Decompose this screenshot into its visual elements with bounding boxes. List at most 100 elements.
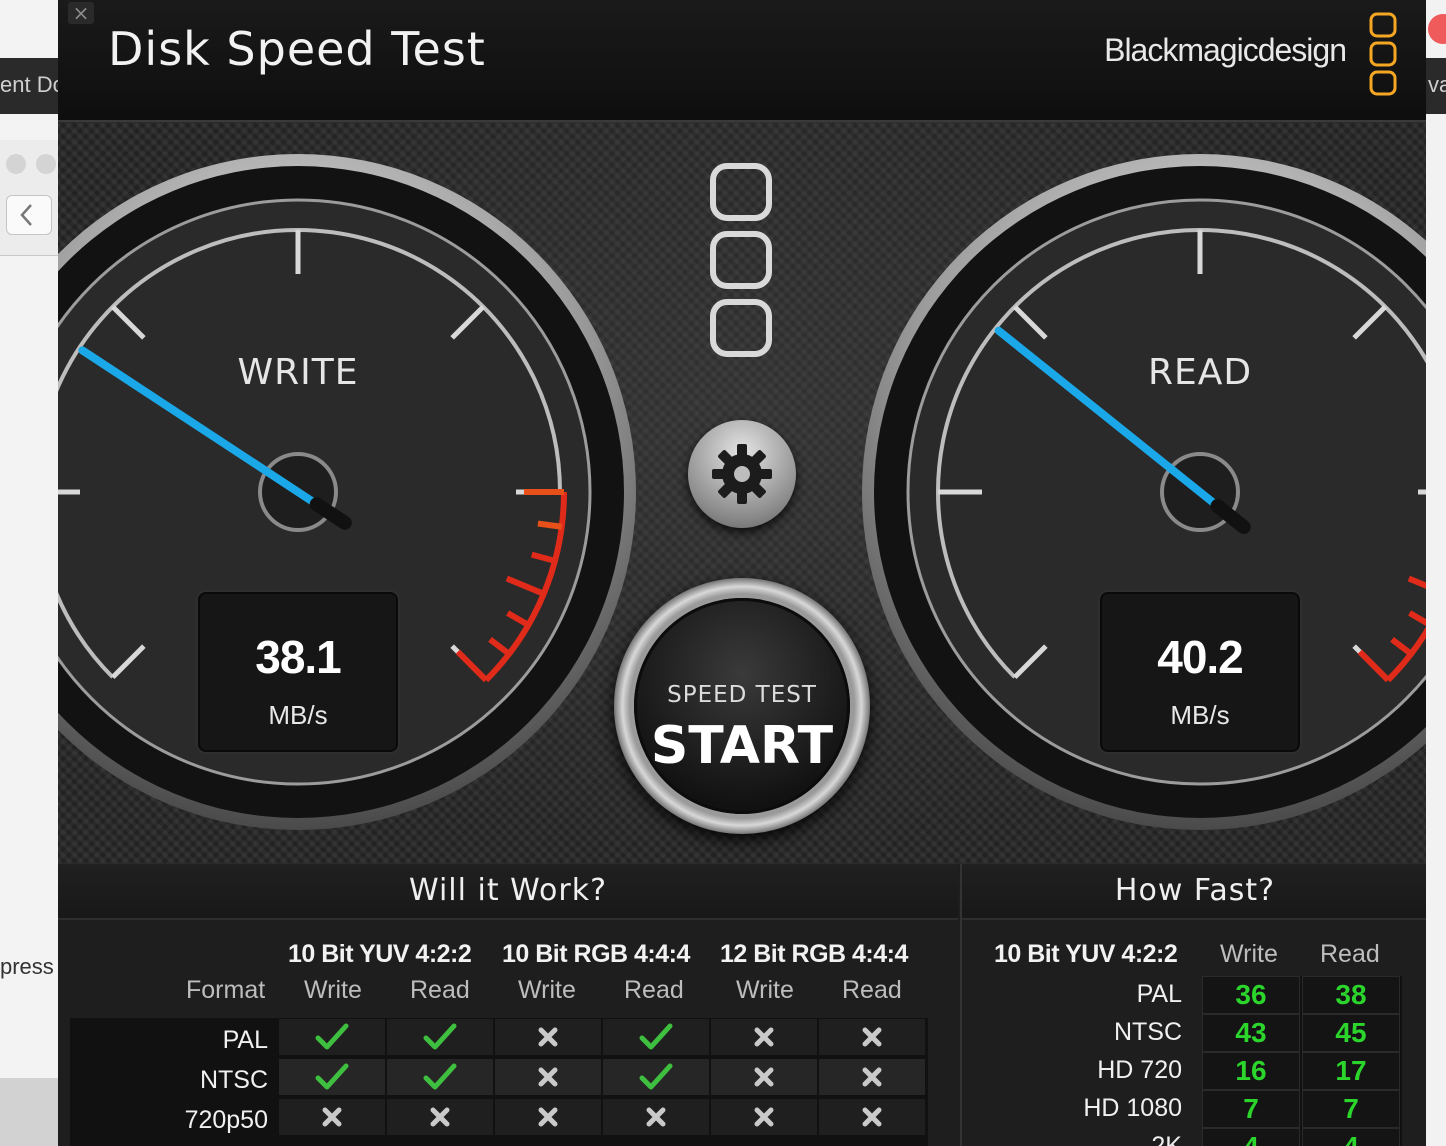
back-button[interactable] [6,195,52,235]
fps-write-value: 43 [1202,1014,1300,1052]
supported-cell [278,1058,386,1096]
cross-icon [430,1107,450,1127]
unsupported-cell [818,1058,926,1096]
background-tab-text-right: va [1428,72,1446,97]
supported-cell [278,1018,386,1056]
background-window-right: va [1426,0,1446,1146]
cross-icon [538,1027,558,1047]
format-row-label: PAL [222,1026,268,1054]
format-row-label: NTSC [199,1066,268,1094]
cross-icon [322,1107,342,1127]
group-header-rgb444-12: 12 Bit RGB 4:4:4 [720,940,908,968]
fps-row-label: PAL [1136,980,1182,1008]
cross-icon [754,1027,774,1047]
results-area: Will it Work? 10 Bit YUV 4:2:2 10 Bit RG… [58,864,1426,1146]
will-it-work-title: Will it Work? [58,864,958,920]
write-gauge: WRITE 38.1 MB/s [58,152,638,836]
supported-cell [386,1018,494,1056]
read-speed-unit: MB/s [1170,700,1230,730]
will-it-work-table: Will it Work? 10 Bit YUV 4:2:2 10 Bit RG… [58,864,958,1146]
read-speed-value: 40.2 [1157,631,1244,683]
gear-icon [712,444,772,504]
background-partial-text: press [0,954,54,979]
fps-row-label: NTSC [1113,1018,1182,1046]
supported-cell [386,1058,494,1096]
supported-cell [602,1018,710,1056]
sub-header-write: Write [736,976,794,1004]
unsupported-cell [710,1098,818,1136]
brand-name: Blackmagicdesign [1104,32,1347,68]
gauge-panel: WRITE 38.1 MB/s READ 40.2 MB/s SPEED TES… [58,122,1426,864]
supported-cell [602,1058,710,1096]
how-fast-title: How Fast? [962,864,1426,920]
fps-write-value: 7 [1202,1090,1300,1128]
unsupported-cell [494,1098,602,1136]
check-icon [639,1023,673,1050]
fps-read-value: 38 [1302,976,1400,1014]
read-readout: 40.2 MB/s [1100,592,1300,752]
how-fast-write-header: Write [1220,940,1278,968]
check-icon [423,1023,457,1050]
fps-row-label: 2K [1151,1132,1182,1146]
fps-read-value: 4 [1302,1128,1400,1146]
sub-header-read: Read [842,976,902,1004]
check-icon [423,1063,457,1090]
background-footer [0,1078,58,1146]
start-button-sublabel: SPEED TEST [667,682,817,708]
cross-icon [862,1107,882,1127]
speed-test-start-button[interactable]: SPEED TEST START [614,578,870,834]
cross-icon [538,1067,558,1087]
write-speed-value: 38.1 [255,631,342,683]
fps-read-value: 17 [1302,1052,1400,1090]
check-icon [315,1023,349,1050]
group-header-rgb444-10: 10 Bit RGB 4:4:4 [502,940,690,968]
sub-header-read: Read [410,976,470,1004]
fps-write-value: 4 [1202,1128,1300,1146]
check-icon [639,1063,673,1090]
how-fast-format-header: 10 Bit YUV 4:2:2 [994,940,1178,968]
unsupported-cell [710,1058,818,1096]
unsupported-cell [386,1098,494,1136]
group-header-yuv422: 10 Bit YUV 4:2:2 [288,940,472,968]
sub-header-read: Read [624,976,684,1004]
write-gauge-label: WRITE [237,352,359,393]
cross-icon [754,1107,774,1127]
close-dot-icon [1428,14,1446,44]
fps-write-value: 36 [1202,976,1300,1014]
fps-write-value: 16 [1202,1052,1300,1090]
window-dot-icon [6,154,26,174]
chevron-left-icon [20,204,32,226]
read-gauge-label: READ [1147,352,1253,393]
sub-header-write: Write [518,976,576,1004]
disk-speed-test-window: × Disk Speed Test Blackmagicdesign WRITE… [58,0,1426,1146]
format-row-label: 720p50 [184,1106,268,1134]
cross-icon [754,1067,774,1087]
unsupported-cell [602,1098,710,1136]
unsupported-cell [494,1018,602,1056]
cross-icon [646,1107,666,1127]
write-speed-unit: MB/s [268,700,328,730]
fps-grid: 3638434516177744 [1202,976,1402,1146]
format-header: Format [186,976,266,1004]
fps-read-value: 7 [1302,1090,1400,1128]
start-button-label: START [650,716,834,776]
cross-icon [538,1107,558,1127]
center-logo-icon [710,163,772,357]
fps-row-label: HD 1080 [1083,1094,1182,1122]
unsupported-cell [494,1058,602,1096]
close-button[interactable]: × [68,2,94,24]
settings-button[interactable] [688,420,796,528]
how-fast-table: How Fast? 10 Bit YUV 4:2:2 Write Read 36… [960,864,1426,1146]
fps-row-label: HD 720 [1097,1056,1182,1084]
cross-icon [862,1027,882,1047]
redline-tick [537,520,563,530]
check-icon [315,1063,349,1090]
sub-header-write: Write [304,976,362,1004]
background-tab-text: ent Dc [0,72,58,97]
unsupported-cell [278,1098,386,1136]
start-button-face: SPEED TEST START [634,598,850,814]
fps-read-value: 45 [1302,1014,1400,1052]
unsupported-cell [710,1018,818,1056]
write-readout: 38.1 MB/s [198,592,398,752]
background-tab-strip-right: va [1426,58,1446,114]
